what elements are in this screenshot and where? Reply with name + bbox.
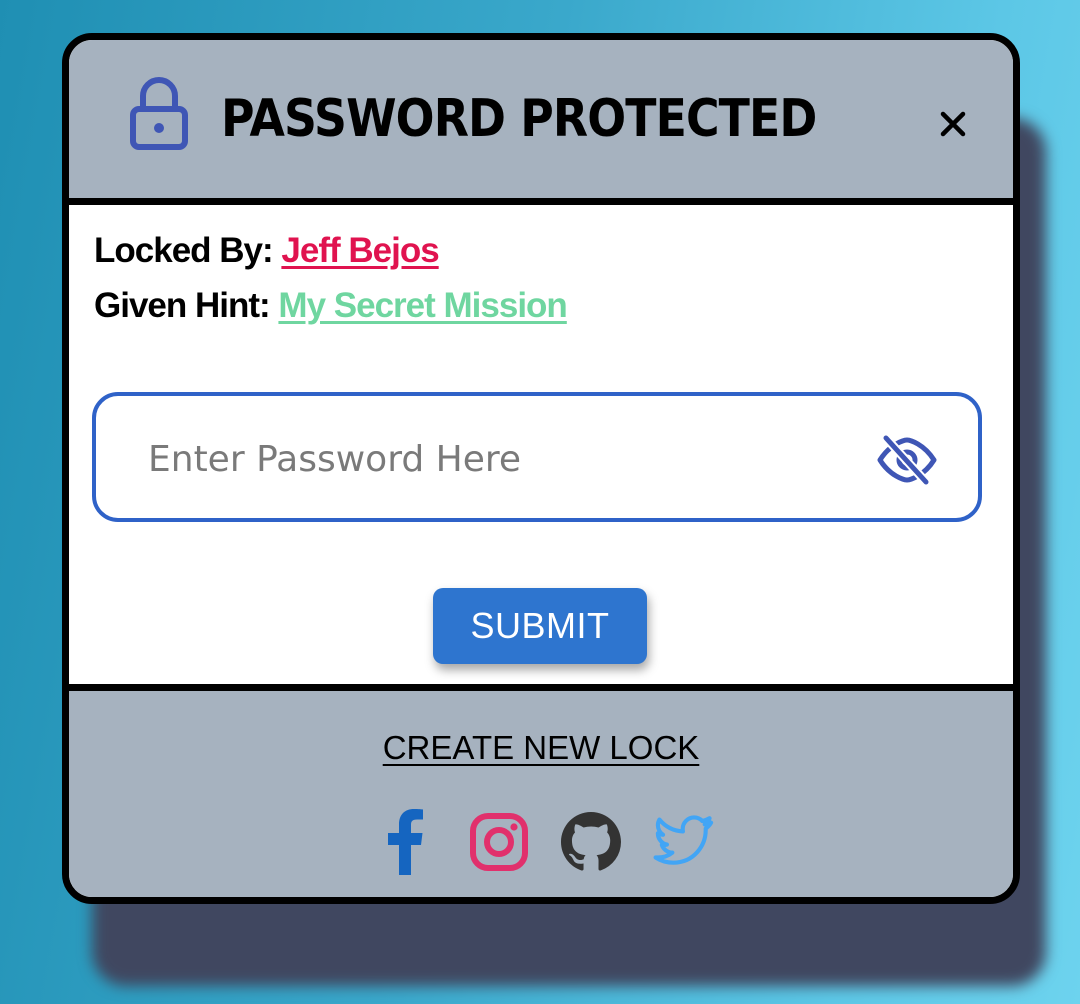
password-input[interactable]: [146, 424, 870, 494]
dialog-title: PASSWORD PROTECTED: [221, 89, 817, 149]
eye-off-icon[interactable]: [876, 434, 938, 486]
hint-row: Given Hint: My Secret Mission: [94, 286, 568, 326]
twitter-icon[interactable]: [653, 809, 715, 875]
locked-by-label: Locked By:: [94, 231, 274, 270]
hint-label: Given Hint:: [94, 286, 271, 325]
dialog-header: PASSWORD PROTECTED: [69, 40, 1013, 205]
close-icon: [940, 111, 966, 137]
close-button[interactable]: [933, 104, 973, 144]
social-links: [385, 809, 715, 879]
create-new-lock-link[interactable]: CREATE NEW LOCK: [69, 729, 1013, 767]
password-field: [92, 392, 982, 522]
dialog-body: Locked By: Jeff Bejos Given Hint: My Sec…: [69, 205, 1013, 684]
github-icon[interactable]: [561, 809, 621, 875]
password-dialog: PASSWORD PROTECTED Locked By: Jeff Bejos…: [62, 33, 1020, 904]
facebook-icon[interactable]: [385, 809, 425, 875]
instagram-icon[interactable]: [469, 809, 529, 875]
locked-by-row: Locked By: Jeff Bejos: [94, 231, 440, 271]
submit-button[interactable]: SUBMIT: [433, 588, 647, 664]
hint-link[interactable]: My Secret Mission: [278, 286, 567, 325]
lock-icon: [130, 77, 188, 150]
locked-by-link[interactable]: Jeff Bejos: [281, 231, 439, 270]
dialog-footer: CREATE NEW LOCK: [69, 684, 1013, 897]
